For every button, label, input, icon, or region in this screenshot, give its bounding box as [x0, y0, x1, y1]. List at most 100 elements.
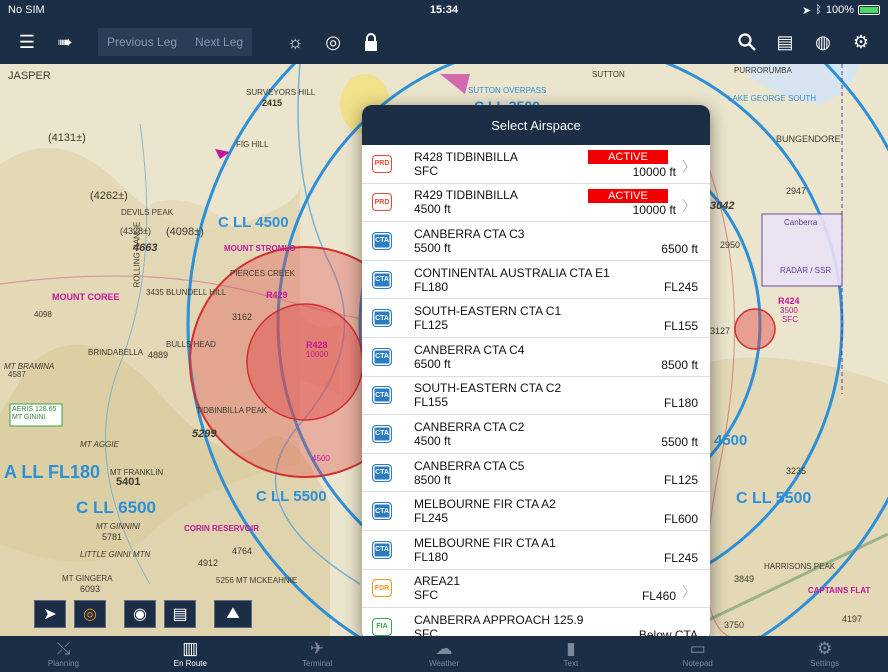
map-label: LITTLE GINNI MTN [80, 550, 151, 559]
map-label: 3127 [710, 326, 731, 336]
airspace-row[interactable]: CTA CANBERRA CTA C5 8500 ft FL125 [362, 454, 710, 493]
tab-planning[interactable]: ⤯ Planning [0, 636, 127, 672]
tab-terminal[interactable]: ✈ Terminal [254, 636, 381, 672]
airspace-row[interactable]: PRD R429 TIDBINBILLA 4500 ft ACTIVE 10000 ft… [362, 184, 710, 223]
prd-badge-icon: PRD [372, 193, 392, 212]
airspace-upper-limit: FL600 [663, 511, 698, 526]
map-label: 3435 BLUNDELL HILL [146, 288, 227, 297]
airspace-name: CANBERRA CTA C5 [414, 458, 525, 473]
tab-label: Terminal [302, 659, 333, 668]
map-label: PURRORUMBA [734, 66, 792, 75]
search-icon[interactable] [732, 27, 762, 57]
route-direction-icon[interactable]: ➠ [50, 27, 80, 57]
airspace-row[interactable]: CTA CANBERRA CTA C4 6500 ft 8500 ft [362, 338, 710, 377]
planning-icon: ⤯ [56, 639, 71, 658]
map-label: BUNGENDORE [776, 134, 841, 144]
airspace-row[interactable]: CTA MELBOURNE FIR CTA A2 FL245 FL600 [362, 492, 710, 531]
cta-badge-icon: CTA [372, 309, 392, 328]
airspace-name: MELBOURNE FIR CTA A2 [414, 497, 556, 512]
map-label: 2950 [720, 240, 741, 250]
map-label: (4098±) [166, 226, 204, 238]
airspace-upper-limit: 8500 ft [661, 357, 698, 372]
instruments-button[interactable]: ◉ [124, 600, 156, 628]
airspace-label: 4500 [714, 432, 748, 449]
airspace-label: C LL 6500 [76, 498, 157, 517]
lifebuoy-icon[interactable]: ◎ [318, 27, 348, 57]
leg-navigation: Previous Leg Next Leg [98, 28, 253, 56]
map-label: SFC [782, 315, 798, 324]
tab-label: Planning [47, 659, 79, 668]
clock: 15:34 [429, 4, 459, 16]
airspace-upper-limit: 10000 ft [632, 164, 676, 179]
documents-icon[interactable]: ▤ [770, 27, 800, 57]
airspace-name: CANBERRA CTA C3 [414, 226, 525, 241]
map-label: 3500 [780, 306, 798, 315]
lock-icon[interactable] [356, 27, 386, 57]
tab-weather[interactable]: ☁ Weather [381, 636, 508, 672]
airspace-row[interactable]: CTA SOUTH-EASTERN CTA C2 FL155 FL180 [362, 377, 710, 416]
tab-label: Notepad [682, 659, 713, 668]
airspace-label: C LL 5500 [256, 488, 327, 505]
map-label: MOUNT STROMLO [224, 244, 296, 253]
tab-settings[interactable]: ⚙ Settings [761, 636, 888, 672]
previous-leg-button[interactable]: Previous Leg [98, 28, 187, 56]
airspace-row[interactable]: PRD R428 TIDBINBILLA SFC ACTIVE 10000 ft 〉 [362, 145, 710, 184]
map-label: 3849 [734, 574, 755, 584]
popover-title: Select Airspace [362, 105, 710, 145]
track-up-button[interactable]: ➤ [34, 600, 66, 628]
tab-label: Weather [428, 659, 460, 668]
map-label: BULLS HEAD [166, 340, 216, 349]
map-label: MOUNT COREE [52, 292, 120, 302]
airspace-upper-limit: FL125 [663, 473, 698, 488]
menu-list-icon[interactable]: ☰ [12, 27, 42, 57]
airspace-name: CANBERRA CTA C2 [414, 419, 525, 434]
map-label: 5781 [102, 532, 123, 542]
tab-notepad[interactable]: ▭ Notepad [634, 636, 761, 672]
cta-badge-icon: CTA [372, 347, 392, 366]
airspace-row[interactable]: FDR AREA21 SFC FL460 〉 [362, 570, 710, 609]
map-label: JASPER [8, 70, 51, 82]
airspace-list: PRD R428 TIDBINBILLA SFC ACTIVE 10000 ft 〉 PRD… [362, 145, 710, 641]
airspace-lower-limit: FL125 [414, 318, 449, 333]
tab-en-route[interactable]: ▥ En Route [127, 636, 254, 672]
chevron-right-icon: 〉 [682, 197, 696, 214]
cta-badge-icon: CTA [372, 270, 392, 289]
map-label: MT GINNINI [96, 522, 140, 531]
tab-label: En Route [173, 659, 207, 668]
cta-badge-icon: CTA [372, 386, 392, 405]
airspace-row[interactable]: CTA SOUTH-EASTERN CTA C1 FL125 FL155 [362, 299, 710, 338]
airspace-label: A LL FL180 [4, 462, 101, 482]
cta-badge-icon: CTA [372, 502, 392, 521]
cta-badge-icon: CTA [372, 424, 392, 443]
airspace-lower-limit: 6500 ft [414, 356, 451, 371]
airspace-name: AREA21 [414, 574, 461, 589]
terrain-profile-button[interactable]: ⛰ [214, 600, 252, 628]
airplane-icon: ✈ [310, 639, 325, 658]
map-label: 3750 [724, 620, 745, 630]
map-label: AERIS 128.65 MT GININI [12, 406, 57, 421]
active-status-badge: ACTIVE [588, 150, 668, 164]
map-label: 5299 [192, 428, 217, 440]
tab-text[interactable]: ▮ Text [507, 636, 634, 672]
airspace-text: CONTINENTAL AUSTRALIA CTA E1 FL180 [414, 266, 702, 294]
map-label: 4912 [198, 558, 219, 568]
globe-layers-icon[interactable]: ◍ [808, 27, 838, 57]
map-label: BRINDABELLA [88, 348, 144, 357]
airspace-name: CONTINENTAL AUSTRALIA CTA E1 [414, 265, 610, 280]
map-label: LAKE GEORGE SOUTH [728, 94, 817, 103]
compass-button[interactable]: ◎ [74, 600, 106, 628]
brightness-icon[interactable]: ☼ [280, 27, 310, 57]
map-label: 4098 [34, 310, 52, 319]
map-label: 3235 [786, 466, 807, 476]
map-label: R424 [778, 296, 800, 306]
chart-layers-button[interactable]: ▤ [164, 600, 196, 628]
settings-toggles-icon[interactable]: ⚙ [846, 27, 876, 57]
map-label: DEVILS PEAK [121, 208, 174, 217]
airspace-lower-limit: 8500 ft [414, 472, 451, 487]
next-leg-button[interactable]: Next Leg [186, 28, 253, 56]
airspace-row[interactable]: CTA MELBOURNE FIR CTA A1 FL180 FL245 [362, 531, 710, 570]
airspace-row[interactable]: CTA CANBERRA CTA C3 5500 ft 6500 ft [362, 222, 710, 261]
map-label: PIERCES CREEK [230, 269, 295, 278]
airspace-row[interactable]: CTA CONTINENTAL AUSTRALIA CTA E1 FL180 FL24… [362, 261, 710, 300]
airspace-row[interactable]: CTA CANBERRA CTA C2 4500 ft 5500 ft [362, 415, 710, 454]
